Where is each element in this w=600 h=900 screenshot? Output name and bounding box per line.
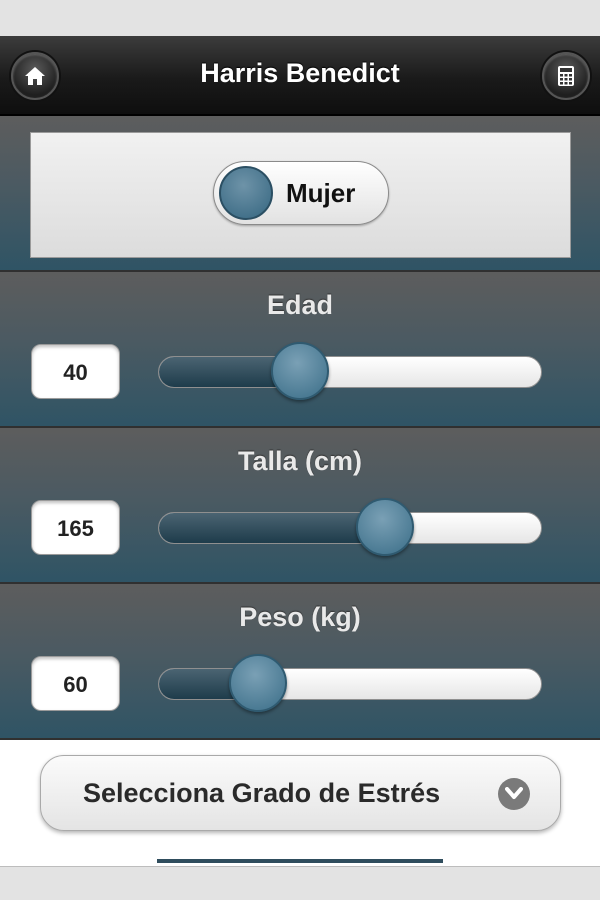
calculator-icon	[558, 66, 574, 86]
weight-panel: Peso (kg) 60	[0, 584, 600, 740]
height-label: Talla (cm)	[237, 446, 363, 476]
calculator-button[interactable]	[542, 52, 590, 100]
weight-label: Peso (kg)	[239, 602, 361, 632]
age-slider-thumb[interactable]	[271, 342, 330, 400]
gender-label: Mujer	[286, 178, 356, 208]
status-strip-bottom	[0, 866, 600, 900]
gender-panel: Mujer	[0, 116, 600, 272]
page-title: Harris Benedict	[200, 58, 400, 88]
gender-toggle[interactable]: Mujer	[213, 161, 389, 225]
height-panel: Talla (cm) 165	[0, 428, 600, 584]
weight-slider-track[interactable]	[158, 668, 542, 700]
age-panel: Edad 40	[0, 272, 600, 428]
stress-select-label: Selecciona Grado de Estrés	[83, 778, 441, 808]
gender-container: Mujer	[30, 132, 571, 258]
chevron-down-icon	[498, 778, 530, 810]
status-strip-top	[0, 0, 600, 36]
stress-select-button[interactable]: Selecciona Grado de Estrés	[40, 755, 561, 831]
toggle-knob[interactable]	[219, 166, 273, 220]
height-slider-thumb[interactable]	[355, 498, 414, 556]
app-header: Harris Benedict	[0, 36, 600, 116]
age-label: Edad	[266, 290, 333, 320]
scroll-indicator	[157, 859, 443, 863]
height-slider-fill	[159, 513, 386, 543]
age-input[interactable]: 40	[31, 344, 120, 399]
weight-slider-thumb[interactable]	[228, 654, 287, 712]
bottom-area: Selecciona Grado de Estrés	[0, 740, 600, 866]
age-slider-track[interactable]	[158, 356, 542, 388]
height-slider-track[interactable]	[158, 512, 542, 544]
weight-input[interactable]: 60	[31, 656, 120, 711]
height-input[interactable]: 165	[31, 500, 120, 555]
